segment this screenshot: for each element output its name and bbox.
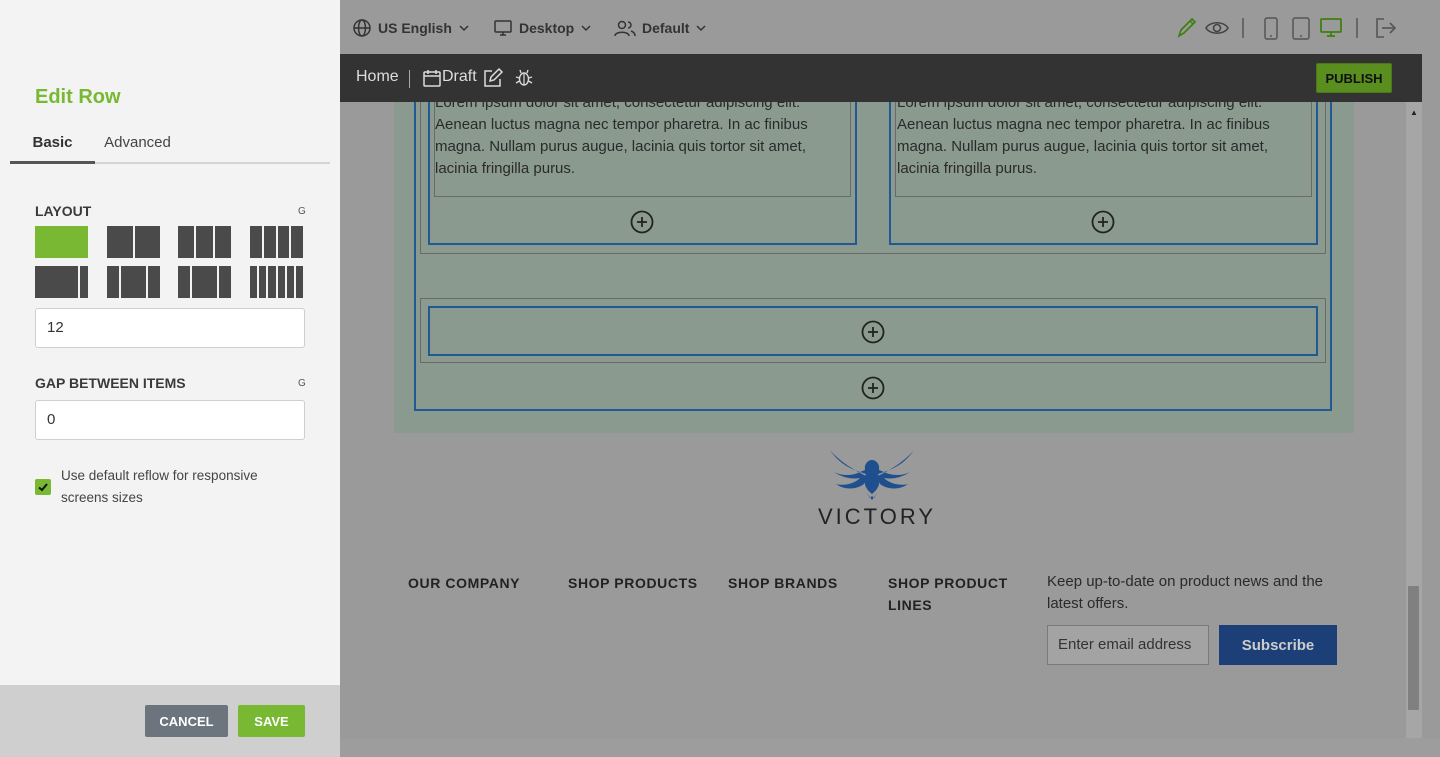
lorem-text-left: Lorem ipsum dolor sit amet, consectetur … [435, 102, 808, 177]
gap-label: GAP BETWEEN ITEMS [35, 375, 186, 391]
eye-icon[interactable] [1204, 16, 1230, 40]
email-input[interactable]: Enter email address [1047, 625, 1209, 665]
home-link[interactable]: Home [356, 68, 399, 86]
scrollbar-thumb[interactable] [1408, 586, 1419, 710]
phone-icon[interactable] [1262, 16, 1280, 42]
pencil-icon[interactable] [1176, 16, 1198, 40]
layout-option-wide-narrow[interactable] [35, 266, 88, 298]
gap-input[interactable]: 0 [35, 400, 305, 440]
footer-heading-shop-products[interactable]: SHOP PRODUCTS [568, 572, 698, 594]
cancel-button[interactable]: CANCEL [145, 705, 228, 737]
language-label: US English [378, 20, 452, 36]
add-row-icon[interactable] [861, 376, 885, 400]
bug-icon[interactable] [514, 68, 534, 88]
device-selector[interactable]: Desktop [493, 16, 592, 40]
language-selector[interactable]: US English [352, 16, 470, 40]
layout-option-1col[interactable] [35, 226, 88, 258]
page-bar: Home Draft PUBLISH [340, 54, 1422, 102]
logout-icon[interactable] [1374, 16, 1398, 40]
layout-option-4col[interactable] [250, 226, 303, 258]
layout-option-narrow-wide[interactable] [178, 266, 231, 298]
bottom-strip [340, 738, 1440, 757]
persona-selector[interactable]: Default [614, 16, 707, 40]
add-block-icon[interactable] [1091, 210, 1115, 234]
chevron-down-icon [459, 25, 469, 32]
layout-option-narrow-wide-narrow[interactable] [107, 266, 160, 298]
subscribe-button[interactable]: Subscribe [1219, 625, 1337, 665]
layout-option-2col[interactable] [107, 226, 160, 258]
newsletter-text: Keep up-to-date on product news and the … [1047, 573, 1324, 612]
add-block-icon[interactable] [630, 210, 654, 234]
tab-advanced[interactable]: Advanced [95, 128, 180, 164]
lorem-text-right: Lorem ipsum dolor sit amet, consectetur … [897, 102, 1270, 177]
logo-text: VICTORY [818, 504, 936, 529]
monitor-icon [494, 20, 512, 36]
toolbar-divider [1356, 18, 1358, 38]
gap-g-marker: G [298, 378, 306, 389]
layout-label: LAYOUT [35, 203, 92, 219]
chevron-down-icon [696, 25, 706, 32]
toolbar-divider [1242, 18, 1244, 38]
publish-button[interactable]: PUBLISH [1316, 63, 1392, 93]
panel-title: Edit Row [35, 86, 121, 108]
footer-heading-our-company[interactable]: OUR COMPANY [408, 572, 520, 594]
save-button[interactable]: SAVE [238, 705, 305, 737]
top-toolbar: US English Desktop Default [340, 0, 1440, 54]
page-canvas: Lorem ipsum dolor sit amet, consectetur … [340, 102, 1422, 738]
chevron-down-icon [581, 25, 591, 32]
calendar-icon[interactable] [422, 68, 442, 88]
device-label: Desktop [519, 20, 575, 36]
footer-heading-shop-product-lines[interactable]: SHOP PRODUCT LINES [888, 572, 1023, 616]
layout-option-3col[interactable] [178, 226, 231, 258]
desktop-icon[interactable] [1319, 16, 1343, 40]
panel-tabs: Basic Advanced [10, 128, 330, 164]
persona-label: Default [642, 20, 690, 36]
reflow-checkbox[interactable] [35, 479, 51, 495]
users-icon [614, 20, 636, 37]
edit-row-panel: Edit Row Basic Advanced LAYOUT G 12 GAP … [0, 0, 340, 757]
add-block-icon[interactable] [861, 320, 885, 344]
reflow-label: Use default reflow for responsive screen… [61, 468, 258, 505]
check-icon [38, 483, 48, 492]
layout-options [35, 226, 304, 298]
layout-g-marker: G [298, 206, 306, 217]
panel-footer: CANCEL SAVE [0, 685, 340, 757]
tablet-icon[interactable] [1291, 16, 1311, 42]
edit-icon[interactable] [482, 67, 504, 89]
draft-status: Draft [442, 68, 477, 85]
footer-heading-shop-brands[interactable]: SHOP BRANDS [728, 572, 838, 594]
layout-option-6col[interactable] [250, 266, 304, 298]
layout-columns-input[interactable]: 12 [35, 308, 305, 348]
tab-basic[interactable]: Basic [10, 128, 95, 164]
globe-icon [353, 19, 371, 37]
scroll-up-arrow[interactable]: ▲ [1410, 108, 1418, 117]
bar-divider [409, 70, 410, 88]
